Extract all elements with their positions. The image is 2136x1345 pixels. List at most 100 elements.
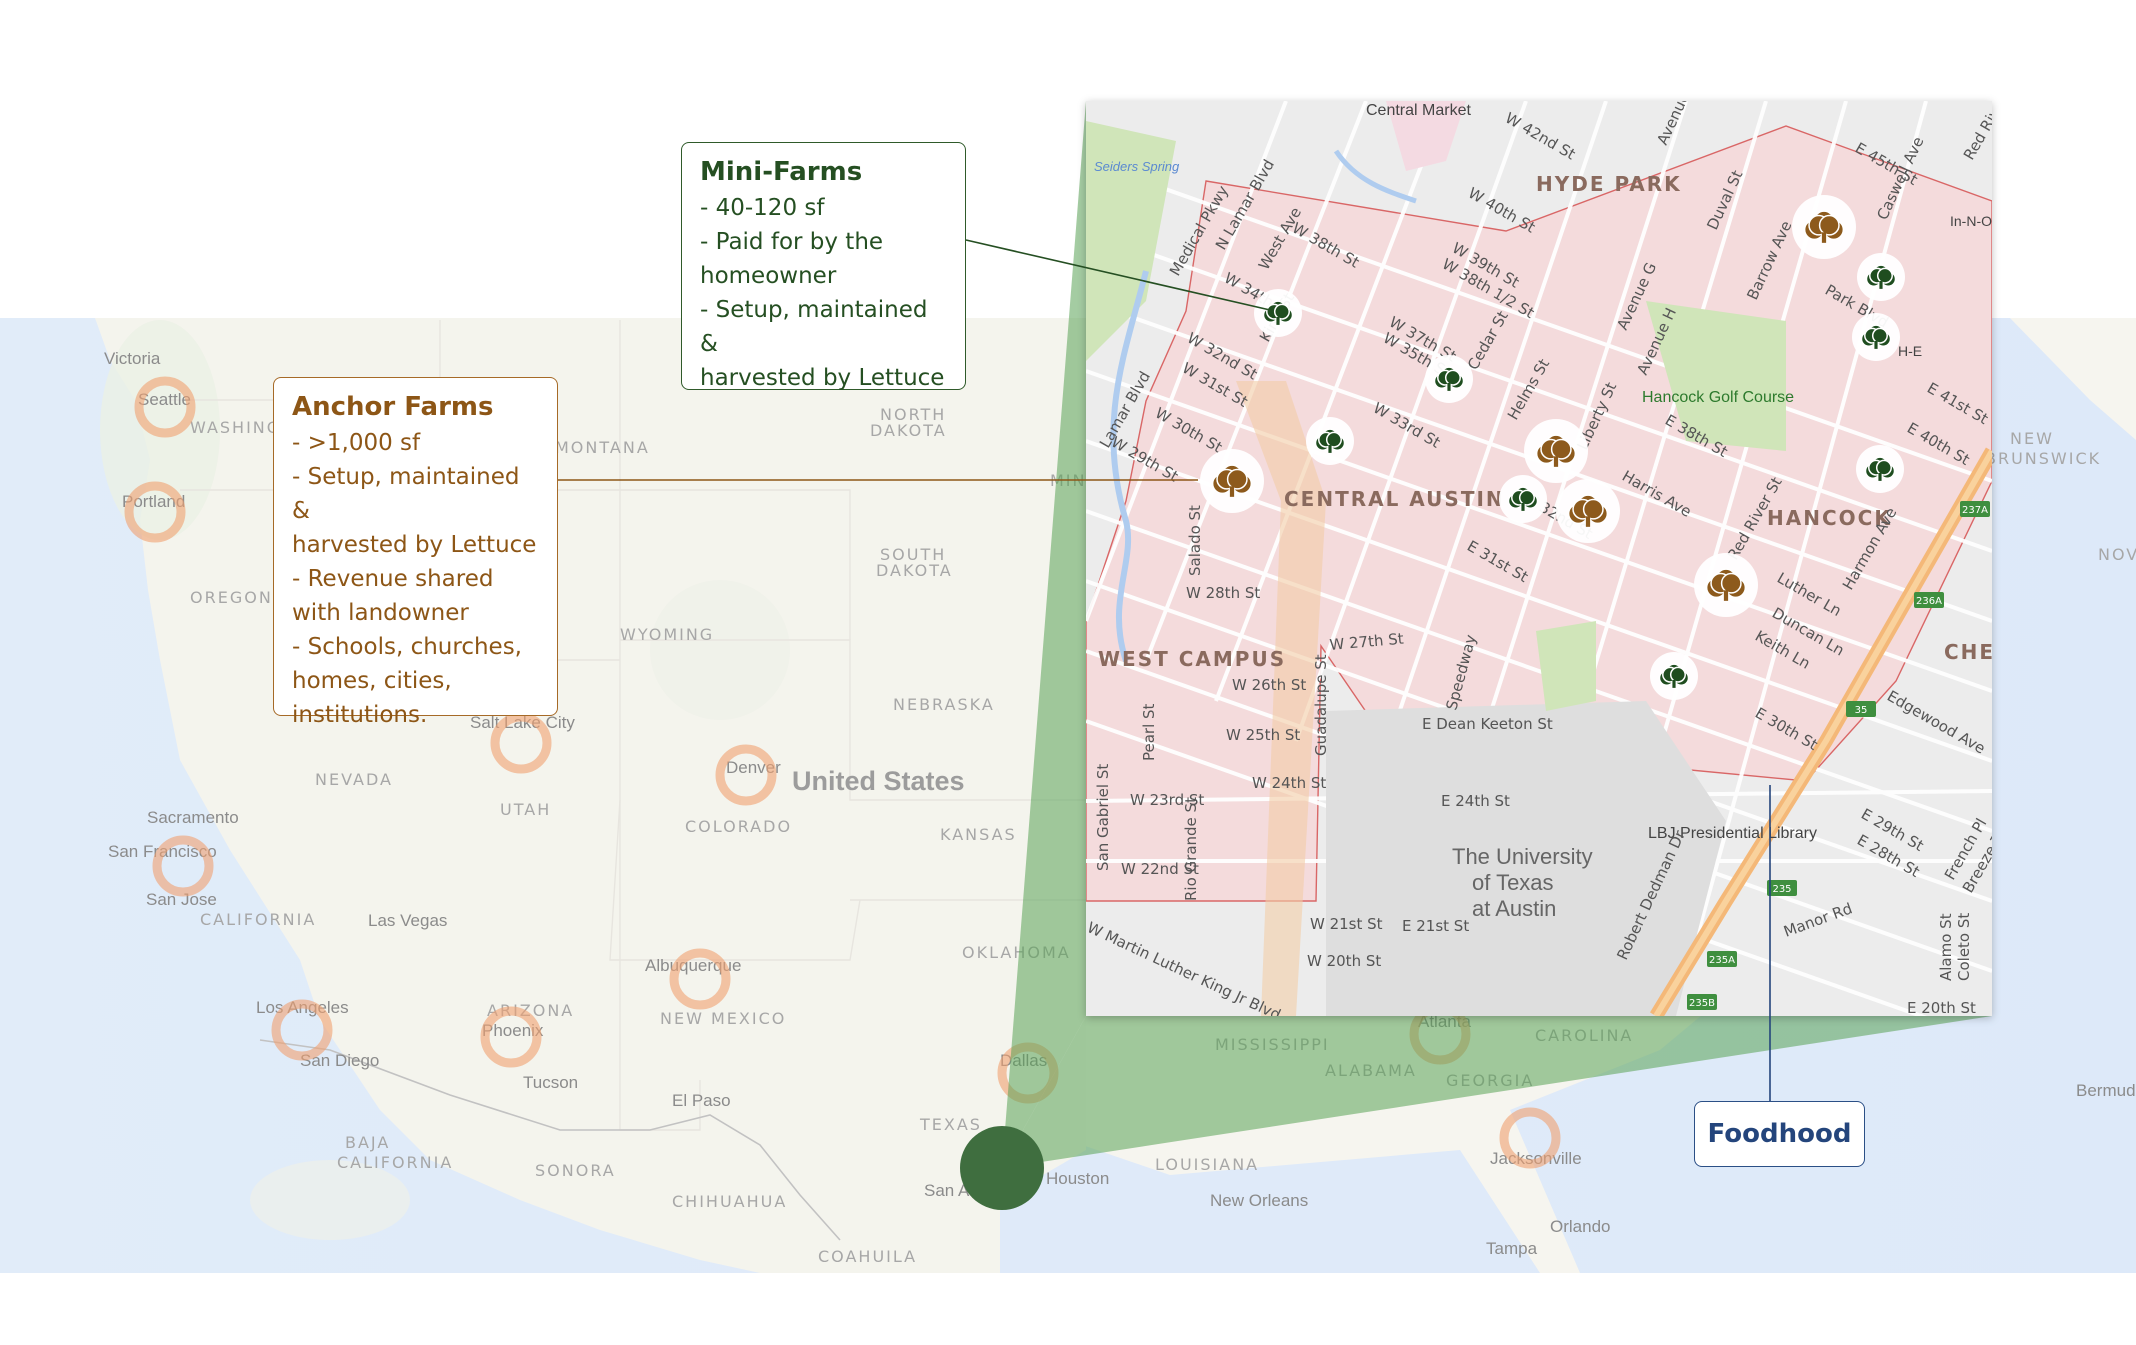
street-label-20: W 21st St (1310, 915, 1383, 933)
state-label-24: COAHUILA (818, 1247, 917, 1266)
street-label-15: W 26th St (1232, 676, 1306, 694)
hood-label-hyde-park: HYDE PARK (1536, 172, 1682, 196)
highway-shield-2: 35 (1846, 701, 1876, 717)
state-label-10: KANSAS (940, 825, 1017, 844)
street-label-47: San Gabriel St (1094, 764, 1112, 871)
mini-line-1: - Paid for by the (700, 229, 884, 255)
anchor-farms-title: Anchor Farms (292, 392, 494, 422)
street-label-13: W 28th St (1186, 584, 1260, 602)
poi-central-market: Central Market (1366, 102, 1471, 119)
state-label-25: NEW (2010, 429, 2054, 448)
state-label-23: CHIHUAHUA (672, 1192, 787, 1211)
highway-shield-5: 235B (1687, 994, 1717, 1010)
state-label-4-b: DAKOTA (876, 561, 953, 580)
highway-shield-label-2: 35 (1855, 705, 1868, 716)
highway-shield-1: 236A (1914, 592, 1944, 608)
street-label-33: E 20th St (1907, 999, 1976, 1016)
state-label-5: WYOMING (620, 625, 714, 644)
highway-shield-label-0: 237A (1962, 505, 1988, 516)
poi-seiders-spring: Seiders Spring (1094, 159, 1180, 174)
anchor-line-4: with landowner (292, 600, 469, 626)
street-label-32: E 21st St (1402, 917, 1469, 935)
anchor-line-1: - Setup, maintained & (292, 464, 520, 524)
austin-inset-map: HYDE PARK CENTRAL AUSTIN WEST CAMPUS HAN… (1086, 101, 1992, 1016)
street-label-35: Guadalupe St (1312, 654, 1330, 756)
city-label-15: El Paso (672, 1091, 731, 1110)
state-label-21: BAJA (345, 1133, 390, 1152)
mini-farm-lettuce-icon-6 (1852, 313, 1900, 361)
poi-ut-line3: at Austin (1472, 896, 1556, 921)
city-label-1: Victoria (104, 349, 161, 368)
city-label-0: Vancouver (100, 318, 180, 322)
state-label-25-b: BRUNSWICK (1985, 449, 2101, 468)
anchor-farm-lettuce-icon-3 (1694, 553, 1758, 617)
country-label: United States (792, 766, 965, 796)
street-label-48: Rio Grande St (1182, 797, 1200, 901)
anchor-farm-lettuce-icon-2 (1556, 479, 1620, 543)
mini-line-2: homeowner (700, 263, 837, 289)
poi-hancock-golf: Hancock Golf Course (1642, 389, 1794, 406)
poi-ut-line2: of Texas (1472, 870, 1554, 895)
state-label-14: OKLAHOMA (962, 943, 1071, 962)
mini-farms-title: Mini-Farms (700, 157, 863, 187)
mini-farms-callout: Mini-Farms - 40-120 sf - Paid for by the h… (681, 142, 966, 391)
mini-line-3: - Setup, maintained & (700, 297, 928, 357)
city-label-13: Tucson (523, 1073, 578, 1092)
street-label-45: Salado St (1186, 505, 1204, 576)
mini-farm-lettuce-icon-5 (1857, 253, 1905, 301)
highway-shield-3: 235 (1767, 880, 1797, 896)
highway-shield-label-1: 236A (1916, 596, 1942, 607)
hood-label-che: CHE (1944, 640, 1992, 664)
city-label-18: San Antonio (924, 1181, 1016, 1200)
state-label-21-b: CALIFORNIA (337, 1153, 453, 1172)
anchor-farm-lettuce-icon-4 (1792, 195, 1856, 259)
poi-heb: H-E (1898, 343, 1922, 359)
state-label-1: OREGON (190, 588, 273, 607)
hood-label-west-campus: WEST CAMPUS (1098, 647, 1286, 671)
state-label-20: CAROLINA (1535, 1026, 1633, 1045)
anchor-line-6: homes, cities, (292, 668, 452, 694)
mini-line-4: harvested by Lettuce (700, 365, 945, 391)
state-label-9: COLORADO (685, 817, 792, 836)
city-label-17: Houston (1046, 1169, 1109, 1188)
city-label-24: Bermuda (2076, 1081, 2136, 1100)
highway-shield-label-4: 235A (1709, 955, 1735, 966)
mini-farm-lettuce-icon-4 (1650, 652, 1698, 700)
street-label-46: Pearl St (1140, 703, 1158, 761)
anchor-farm-lettuce-icon-1 (1524, 419, 1588, 483)
street-label-21: W 20th St (1307, 952, 1381, 970)
street-label-17: W 24th St (1252, 774, 1326, 792)
street-label-34: E Dean Keeton St (1422, 715, 1553, 733)
state-label-6: NEBRASKA (893, 695, 995, 714)
state-label-8: UTAH (500, 800, 551, 819)
anchor-line-5: - Schools, churches, (292, 634, 522, 660)
mini-farm-lettuce-icon-0 (1254, 289, 1302, 337)
state-label-17: ALABAMA (1325, 1061, 1417, 1080)
city-label-6: Sacramento (147, 808, 239, 827)
city-label-23: Tampa (1486, 1239, 1538, 1258)
anchor-line-0: - >1,000 sf (292, 430, 421, 456)
anchor-farms-callout: Anchor Farms - >1,000 sf - Setup, maintai… (273, 377, 558, 728)
state-label-16: MISSISSIPPI (1215, 1035, 1330, 1054)
state-label-2: MONTANA (555, 438, 650, 457)
street-label-66: Alamo St (1937, 913, 1955, 981)
highway-shield-label-3: 235 (1772, 884, 1791, 895)
state-label-7: NEVADA (315, 770, 393, 789)
anchor-farm-lettuce-icon-0 (1200, 449, 1264, 513)
mini-farm-lettuce-icon-2 (1425, 355, 1473, 403)
state-label-22: SONORA (535, 1161, 616, 1180)
highway-shield-4: 235A (1707, 951, 1737, 967)
poi-in-n-out: In-N-O (1950, 213, 1992, 229)
street-label-16: W 25th St (1226, 726, 1300, 744)
mini-line-0: - 40-120 sf (700, 195, 825, 221)
state-label-13: NEW MEXICO (660, 1009, 786, 1028)
city-label-19: New Orleans (1210, 1191, 1308, 1210)
mini-farm-lettuce-icon-3 (1499, 475, 1547, 523)
anchor-line-7: institutions. (292, 702, 428, 728)
anchor-farms-lines: - >1,000 sf - Setup, maintained & harveste… (292, 426, 539, 732)
state-label-15: TEXAS (919, 1115, 982, 1134)
hood-label-central-austin: CENTRAL AUSTIN (1284, 487, 1505, 511)
highway-shield-label-5: 235B (1689, 998, 1715, 1009)
foodhood-callout: Foodhood (1694, 1101, 1865, 1167)
highway-shield-0: 237A (1960, 501, 1990, 517)
